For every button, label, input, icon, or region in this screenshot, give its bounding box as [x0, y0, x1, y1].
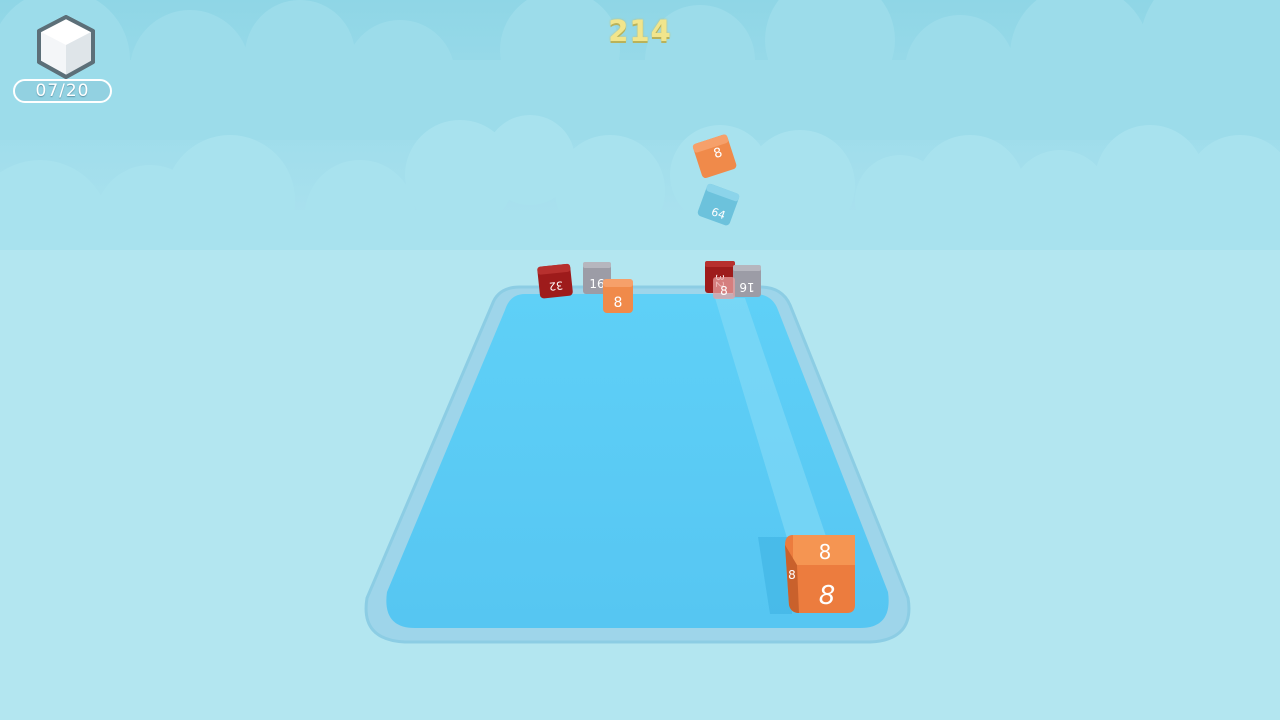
player-cube-side-label: 8	[788, 568, 796, 582]
cube-16-far-right-label: 16	[739, 280, 754, 294]
score-counter: 214	[608, 14, 672, 48]
white-cube-icon	[37, 15, 95, 79]
player-cube[interactable]: 8 8 8	[785, 535, 855, 613]
cube-16-far-left-label: 16	[589, 277, 604, 291]
player-cube-top-label: 8	[819, 540, 832, 564]
cube-32-far-left: 32	[537, 263, 573, 299]
cube-16-far-right: 16	[733, 265, 761, 297]
cube-8-far-left: 8	[603, 279, 633, 313]
cube-8-far-left-label: 8	[614, 295, 623, 311]
cube-progress-counter: 07/20	[13, 79, 112, 103]
game-scene[interactable]: 32 16 8 32 16 8 8 64 8 8	[0, 0, 1280, 720]
cube-8-far-right: 8	[713, 277, 735, 299]
cube-8-far-right-label: 8	[720, 284, 728, 298]
player-cube-front-label: 8	[819, 581, 836, 611]
cube-32-far-left-label: 32	[548, 278, 563, 292]
